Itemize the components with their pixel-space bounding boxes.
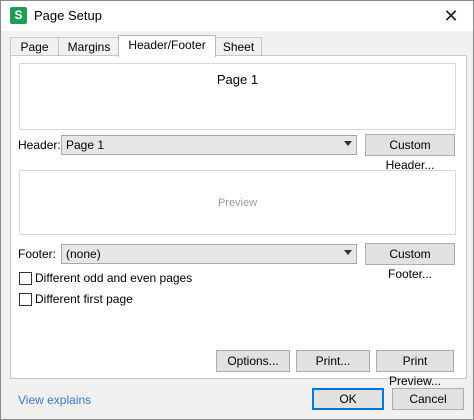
header-select-value: Page 1 bbox=[66, 138, 105, 152]
tab-margins[interactable]: Margins bbox=[58, 37, 120, 56]
odd-even-label: Different odd and even pages bbox=[35, 271, 193, 285]
first-page-label: Different first page bbox=[35, 292, 133, 306]
options-button[interactable]: Options... bbox=[216, 350, 290, 372]
footer-select[interactable]: (none) bbox=[61, 244, 357, 264]
tab-header-footer[interactable]: Header/Footer bbox=[118, 35, 216, 57]
print-button[interactable]: Print... bbox=[296, 350, 370, 372]
first-page-checkbox[interactable] bbox=[19, 293, 32, 306]
custom-header-button[interactable]: Custom Header... bbox=[365, 134, 455, 172]
footer-label: Footer: bbox=[18, 247, 57, 261]
preview-label: Preview bbox=[217, 197, 258, 209]
dialog-title: Page Setup bbox=[34, 8, 102, 23]
ok-button[interactable]: OK bbox=[312, 388, 384, 410]
odd-even-checkbox[interactable] bbox=[19, 272, 32, 285]
custom-footer-button[interactable]: Custom Footer... bbox=[365, 243, 455, 281]
page-setup-dialog: S Page Setup ✕ Page Margins Header/Foote… bbox=[0, 0, 474, 420]
tab-page[interactable]: Page bbox=[10, 37, 59, 56]
header-footer-panel: Page 1 Header: Page 1 Custom Header... P… bbox=[10, 55, 467, 388]
print-preview-button[interactable]: Print Preview... bbox=[376, 350, 454, 388]
header-label: Header: bbox=[18, 138, 61, 152]
app-icon: S bbox=[10, 7, 27, 24]
close-icon[interactable]: ✕ bbox=[437, 4, 465, 28]
header-preview-text: Page 1 bbox=[216, 72, 259, 87]
view-explains-link[interactable]: View explains bbox=[18, 393, 91, 407]
chevron-down-icon bbox=[344, 141, 352, 146]
title-bar[interactable]: S Page Setup ✕ bbox=[1, 1, 473, 31]
footer-select-value: (none) bbox=[66, 247, 101, 261]
chevron-down-icon bbox=[344, 250, 352, 255]
header-preview: Page 1 bbox=[19, 63, 456, 130]
cancel-button[interactable]: Cancel bbox=[392, 388, 464, 410]
tab-sheet[interactable]: Sheet bbox=[215, 37, 262, 56]
header-select[interactable]: Page 1 bbox=[61, 135, 357, 155]
preview-box: Preview bbox=[19, 170, 456, 235]
